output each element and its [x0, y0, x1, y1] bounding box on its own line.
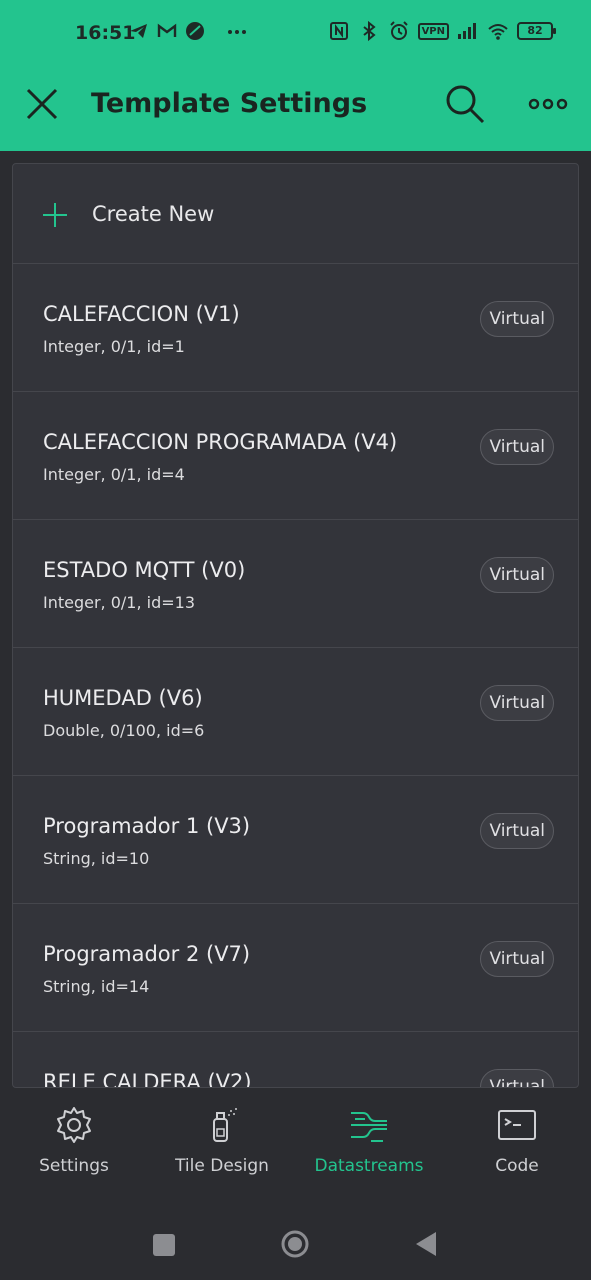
nfc-icon — [329, 22, 348, 40]
create-new-label: Create New — [92, 202, 215, 226]
status-right-icons: VPN 82 — [328, 20, 556, 42]
gmail-icon — [157, 23, 177, 37]
datastream-name: ESTADO MQTT (V0) — [43, 558, 246, 582]
datastream-row[interactable]: CALEFACCION (V1) Integer, 0/1, id=1 Virt… — [13, 264, 578, 392]
datastream-list: Create New CALEFACCION (V1) Integer, 0/1… — [12, 163, 579, 1088]
tab-tile-design[interactable]: Tile Design — [148, 1089, 296, 1200]
plus-icon — [43, 203, 67, 227]
datastream-meta: String, id=14 — [43, 977, 150, 996]
status-bar: 16:51 VPN 82 — [0, 0, 591, 68]
virtual-badge: Virtual — [480, 941, 554, 977]
back-button[interactable] — [414, 1231, 438, 1257]
virtual-badge: Virtual — [480, 813, 554, 849]
close-icon[interactable] — [22, 84, 62, 124]
virtual-badge: Virtual — [480, 685, 554, 721]
tab-label: Settings — [39, 1156, 109, 1176]
tab-datastreams[interactable]: Datastreams — [295, 1089, 443, 1200]
more-dots-icon — [228, 30, 246, 34]
datastream-row[interactable]: RELE CALDERA (V2) Virtual — [13, 1032, 578, 1088]
bluetooth-icon — [362, 20, 376, 42]
page-title: Template Settings — [91, 88, 368, 119]
app-bar: Template Settings — [0, 68, 591, 151]
datastream-name: CALEFACCION PROGRAMADA (V4) — [43, 430, 398, 454]
virtual-badge: Virtual — [480, 1069, 554, 1087]
search-icon[interactable] — [443, 82, 487, 126]
datastreams-icon — [351, 1112, 387, 1142]
tab-label: Code — [495, 1156, 539, 1176]
gear-icon — [57, 1107, 91, 1143]
tab-label: Tile Design — [175, 1156, 269, 1176]
vpn-icon: VPN — [417, 22, 449, 40]
datastream-row[interactable]: Programador 1 (V3) String, id=10 Virtual — [13, 776, 578, 904]
datastream-meta: Integer, 0/1, id=13 — [43, 593, 196, 612]
more-horizontal-icon[interactable] — [528, 90, 568, 118]
datastream-meta: String, id=10 — [43, 849, 150, 868]
virtual-badge: Virtual — [480, 301, 554, 337]
datastream-row[interactable]: CALEFACCION PROGRAMADA (V4) Integer, 0/1… — [13, 392, 578, 520]
tab-settings[interactable]: Settings — [0, 1089, 148, 1200]
tab-code[interactable]: Code — [443, 1089, 591, 1200]
status-time: 16:51 — [75, 22, 136, 44]
signal-icon — [458, 23, 476, 39]
status-left-icons — [128, 20, 248, 42]
datastream-name: Programador 1 (V3) — [43, 814, 251, 838]
header: 16:51 VPN 82 Template Settings — [0, 0, 591, 151]
datastream-row[interactable]: HUMEDAD (V6) Double, 0/100, id=6 Virtual — [13, 648, 578, 776]
spray-can-icon — [213, 1108, 237, 1142]
bottom-tab-bar: Settings Tile Design Datastreams Code — [0, 1089, 591, 1200]
system-navigation-bar — [0, 1200, 591, 1280]
datastream-name: RELE CALDERA (V2) — [43, 1070, 252, 1088]
screen: 16:51 VPN 82 Template Settings Create Ne… — [0, 0, 591, 1280]
home-button[interactable] — [280, 1229, 310, 1259]
app-icon — [186, 22, 204, 40]
telegram-icon — [130, 24, 147, 38]
datastream-name: HUMEDAD (V6) — [43, 686, 203, 710]
datastream-name: Programador 2 (V7) — [43, 942, 251, 966]
recents-button[interactable] — [153, 1234, 175, 1256]
datastream-name: CALEFACCION (V1) — [43, 302, 240, 326]
datastream-row[interactable]: ESTADO MQTT (V0) Integer, 0/1, id=13 Vir… — [13, 520, 578, 648]
datastream-meta: Integer, 0/1, id=1 — [43, 337, 185, 356]
datastream-row[interactable]: Programador 2 (V7) String, id=14 Virtual — [13, 904, 578, 1032]
virtual-badge: Virtual — [480, 429, 554, 465]
virtual-badge: Virtual — [480, 557, 554, 593]
tab-label: Datastreams — [314, 1156, 424, 1176]
alarm-icon — [389, 21, 408, 40]
wifi-icon — [488, 24, 508, 40]
terminal-icon — [498, 1110, 536, 1140]
datastream-meta: Double, 0/100, id=6 — [43, 721, 205, 740]
battery-indicator: 82 — [517, 22, 556, 40]
create-new-button[interactable]: Create New — [13, 164, 578, 264]
datastream-meta: Integer, 0/1, id=4 — [43, 465, 185, 484]
